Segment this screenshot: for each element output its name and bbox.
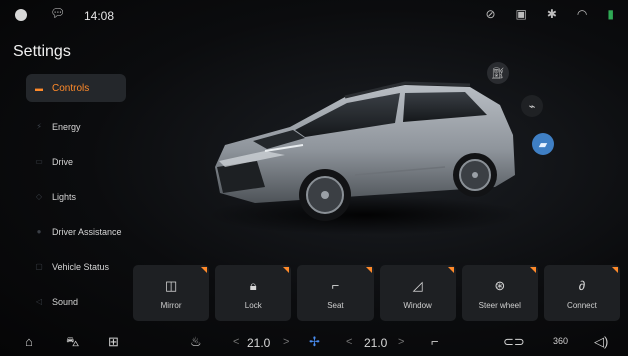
energy-icon: ⚡︎ bbox=[36, 122, 42, 131]
corner-marker bbox=[201, 267, 208, 273]
lock-icon: 🔒︎ bbox=[249, 277, 257, 293]
temp-right-decrease[interactable]: < bbox=[346, 336, 352, 348]
card-label: Lock bbox=[244, 300, 262, 310]
temp-right: 21.0 bbox=[364, 336, 388, 350]
no-camera-icon: ⊘ bbox=[485, 7, 496, 21]
mirror-icon: ◫ bbox=[164, 277, 178, 293]
menu-item-lights[interactable]: ◇ Lights bbox=[26, 179, 126, 214]
bottom-dock: ⌂ ⛍︎ ⊞ ♨︎ < 21.0 > ✢ < 21.0 > ⌐ ⊂⊃ 360 ◁… bbox=[0, 330, 628, 356]
card-label: Window bbox=[403, 300, 432, 310]
home-icon[interactable]: ⌂ bbox=[25, 334, 33, 349]
car-profile-icon[interactable]: ⊂⊃ bbox=[503, 334, 525, 350]
menu-item-energy[interactable]: ⚡︎ Energy bbox=[26, 109, 126, 144]
signal-icon: ▮ bbox=[607, 7, 614, 21]
app-grid-icon[interactable]: ⊞ bbox=[108, 334, 119, 350]
car-status-icon[interactable]: ⛍︎ bbox=[66, 334, 79, 352]
charge-port-button[interactable]: ⌁ bbox=[521, 95, 543, 117]
seat-view-button[interactable]: ▰ bbox=[532, 133, 554, 155]
clock: 14:08 bbox=[84, 9, 115, 23]
menu-item-sound[interactable]: ◁ Sound bbox=[26, 284, 126, 319]
fuel-door-icon: ⛽︎ bbox=[491, 67, 505, 80]
bluetooth-icon: ✱ bbox=[546, 7, 557, 21]
corner-marker bbox=[529, 267, 536, 273]
temp-right-increase[interactable]: > bbox=[398, 336, 404, 348]
settings-screen: 💬︎ 14:08 ⊘ ▣ ✱ ◠ ▮ Settings ▬ Controls ⚡… bbox=[0, 0, 628, 356]
wifi-icon: ◠ bbox=[576, 7, 588, 21]
message-icon[interactable]: 💬︎ bbox=[50, 6, 65, 20]
sound-icon: ◁ bbox=[35, 297, 43, 306]
menu-item-label: Driver Assistance bbox=[52, 226, 122, 237]
window-icon: ◿ bbox=[412, 277, 423, 293]
defrost-icon[interactable]: ♨︎ bbox=[190, 334, 202, 350]
corner-marker bbox=[612, 267, 619, 273]
corner-marker bbox=[283, 267, 290, 273]
drive-icon: ▭ bbox=[35, 157, 43, 166]
settings-menu: ▬ Controls ⚡︎ Energy ▭ Drive ◇ Lights ● … bbox=[26, 74, 126, 319]
car-icon: ▬ bbox=[35, 83, 43, 93]
fuel-door-button[interactable]: ⛽︎ bbox=[487, 62, 509, 84]
card-label: Steer wheel bbox=[478, 300, 521, 310]
vehicle-illustration bbox=[215, 81, 515, 221]
mirror-card[interactable]: ◫ Mirror bbox=[133, 265, 210, 321]
menu-item-label: Controls bbox=[52, 82, 90, 94]
page-title: Settings bbox=[13, 43, 71, 60]
connect-card[interactable]: ∂ Connect bbox=[543, 265, 621, 321]
steer-wheel-card[interactable]: ⊛ Steer wheel bbox=[461, 265, 538, 321]
menu-item-drive[interactable]: ▭ Drive bbox=[26, 144, 126, 179]
corner-marker bbox=[365, 267, 372, 273]
temp-left-increase[interactable]: > bbox=[283, 336, 289, 348]
temp-left: 21.0 bbox=[247, 336, 271, 350]
vehicle-status-icon: ▢ bbox=[35, 262, 43, 271]
360-view-button[interactable]: 360 bbox=[553, 336, 568, 346]
menu-item-controls[interactable]: ▬ Controls bbox=[26, 74, 126, 102]
volume-icon[interactable]: ◁) bbox=[594, 334, 608, 350]
menu-item-label: Drive bbox=[52, 156, 74, 167]
corner-marker bbox=[447, 267, 454, 273]
status-bar: 💬︎ 14:08 ⊘ ▣ ✱ ◠ ▮ bbox=[0, 0, 628, 30]
lock-card[interactable]: 🔒︎ Lock bbox=[215, 265, 292, 321]
menu-item-label: Sound bbox=[52, 296, 79, 307]
lights-icon: ◇ bbox=[35, 192, 43, 201]
assist-icon: ● bbox=[36, 227, 42, 236]
window-card[interactable]: ◿ Window bbox=[379, 265, 456, 321]
menu-item-label: Lights bbox=[52, 191, 77, 202]
seat-card[interactable]: ⌐ Seat bbox=[297, 265, 374, 321]
menu-item-driver-assistance[interactable]: ● Driver Assistance bbox=[26, 214, 126, 249]
card-label: Mirror bbox=[160, 300, 182, 310]
fan-icon[interactable]: ✢ bbox=[309, 334, 320, 350]
menu-item-label: Vehicle Status bbox=[52, 261, 110, 272]
card-label: Seat bbox=[327, 300, 344, 310]
menu-item-vehicle-status[interactable]: ▢ Vehicle Status bbox=[26, 249, 126, 284]
card-label: Connect bbox=[567, 300, 597, 310]
seat-icon: ⌐ bbox=[331, 277, 340, 293]
avatar-icon[interactable] bbox=[15, 9, 27, 21]
menu-item-label: Energy bbox=[52, 121, 81, 132]
charge-port-icon: ⌁ bbox=[528, 100, 536, 113]
dashcam-icon: ▣ bbox=[515, 7, 527, 21]
temp-left-decrease[interactable]: < bbox=[233, 336, 239, 348]
control-cards: ◫ Mirror 🔒︎ Lock ⌐ Seat ◿ Window ⊛ Steer… bbox=[133, 265, 621, 321]
connect-icon: ∂ bbox=[578, 277, 586, 293]
seat-heat-icon[interactable]: ⌐ bbox=[431, 334, 439, 349]
steering-wheel-icon: ⊛ bbox=[494, 277, 506, 293]
seat-view-icon: ▰ bbox=[538, 138, 548, 151]
status-icons: ⊘ ▣ ✱ ◠ ▮ bbox=[485, 7, 614, 21]
